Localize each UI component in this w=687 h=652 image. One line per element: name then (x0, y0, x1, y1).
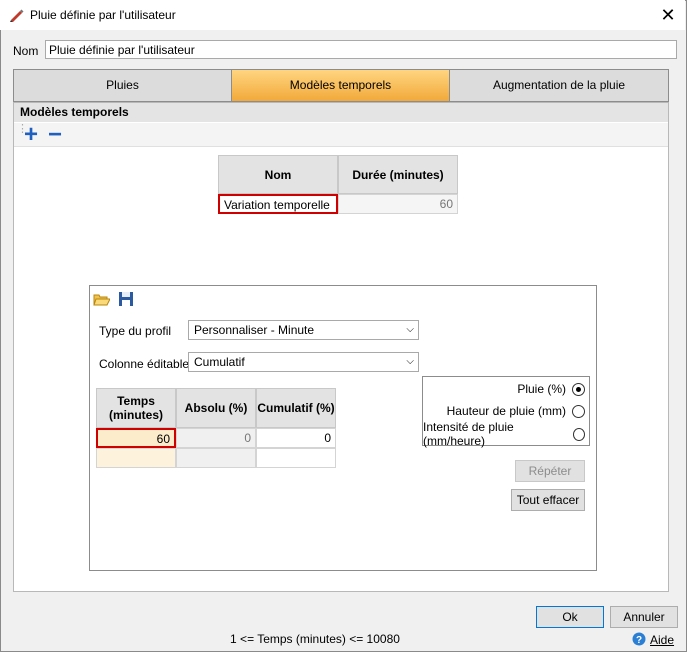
absolute-cell: 0 (176, 428, 256, 448)
toolbar: ⋮ + − (14, 121, 668, 149)
profile-type-label: Type du profil (99, 324, 172, 338)
new-row-absolute-cell (176, 448, 256, 468)
rain-pencil-icon (9, 7, 25, 23)
radio-intensite[interactable]: Intensité de pluie (mm/heure) (423, 420, 585, 448)
new-row-time-cell[interactable] (96, 448, 176, 468)
chevron-down-icon: ⌵ (406, 356, 414, 367)
time-cell[interactable]: 60 (96, 428, 176, 448)
editable-column-label: Colonne éditable (99, 357, 190, 371)
tab-pluies[interactable]: Pluies (14, 70, 232, 101)
close-icon[interactable]: ✕ (657, 4, 679, 26)
profile-type-select[interactable]: Personnaliser - Minute ⌵ (188, 320, 419, 340)
radio-label: Pluie (%) (517, 382, 566, 396)
new-row-cumulative-cell[interactable] (256, 448, 336, 468)
repeat-button[interactable]: Répéter (515, 460, 585, 482)
help-link[interactable]: Aide (650, 633, 674, 647)
cancel-button[interactable]: Annuler (610, 606, 678, 628)
col-header-absolu[interactable]: Absolu (%) (176, 388, 256, 428)
radio-pluie-percent[interactable]: Pluie (%) (517, 380, 585, 398)
col-header-cumulatif[interactable]: Cumulatif (%) (256, 388, 336, 428)
radio-label: Hauteur de pluie (mm) (446, 404, 566, 418)
save-icon[interactable] (118, 291, 134, 307)
clear-all-button[interactable]: Tout effacer (511, 489, 585, 511)
profile-type-value: Personnaliser - Minute (194, 323, 315, 337)
col-header-temps[interactable]: Temps (minutes) (96, 388, 176, 428)
name-input[interactable] (45, 40, 677, 59)
svg-text:?: ? (636, 635, 642, 646)
window-title: Pluie définie par l'utilisateur (30, 8, 176, 22)
add-icon[interactable]: + (24, 121, 38, 149)
tab-bar: Pluies Modèles temporels Augmentation de… (13, 69, 669, 102)
radio-button[interactable] (572, 404, 585, 418)
radio-label: Intensité de pluie (mm/heure) (423, 420, 514, 448)
remove-icon[interactable]: − (48, 121, 62, 149)
help-icon[interactable]: ? (632, 632, 646, 646)
editable-column-select[interactable]: Cumulatif ⌵ (188, 352, 419, 372)
cumulative-cell[interactable]: 0 (256, 428, 336, 448)
open-folder-icon[interactable] (93, 292, 111, 306)
name-label: Nom (13, 44, 39, 58)
chevron-down-icon: ⌵ (406, 324, 414, 335)
radio-button[interactable] (572, 427, 585, 441)
section-header: Modèles temporels (14, 103, 668, 122)
col-header-duree[interactable]: Durée (minutes) (338, 155, 458, 194)
unit-radio-group: Pluie (%) Hauteur de pluie (mm) Intensit… (422, 376, 590, 448)
col-header-nom[interactable]: Nom (218, 155, 338, 194)
radio-hauteur[interactable]: Hauteur de pluie (mm) (447, 402, 585, 420)
model-duration-cell: 60 (338, 194, 458, 214)
ok-button[interactable]: Ok (536, 606, 604, 628)
tab-augmentation[interactable]: Augmentation de la pluie (450, 70, 668, 101)
status-text: 1 <= Temps (minutes) <= 10080 (230, 632, 400, 646)
editable-column-value: Cumulatif (194, 355, 245, 369)
tab-modeles-temporels[interactable]: Modèles temporels (232, 70, 450, 101)
radio-button[interactable] (572, 382, 585, 396)
model-name-cell[interactable]: Variation temporelle (218, 194, 338, 214)
